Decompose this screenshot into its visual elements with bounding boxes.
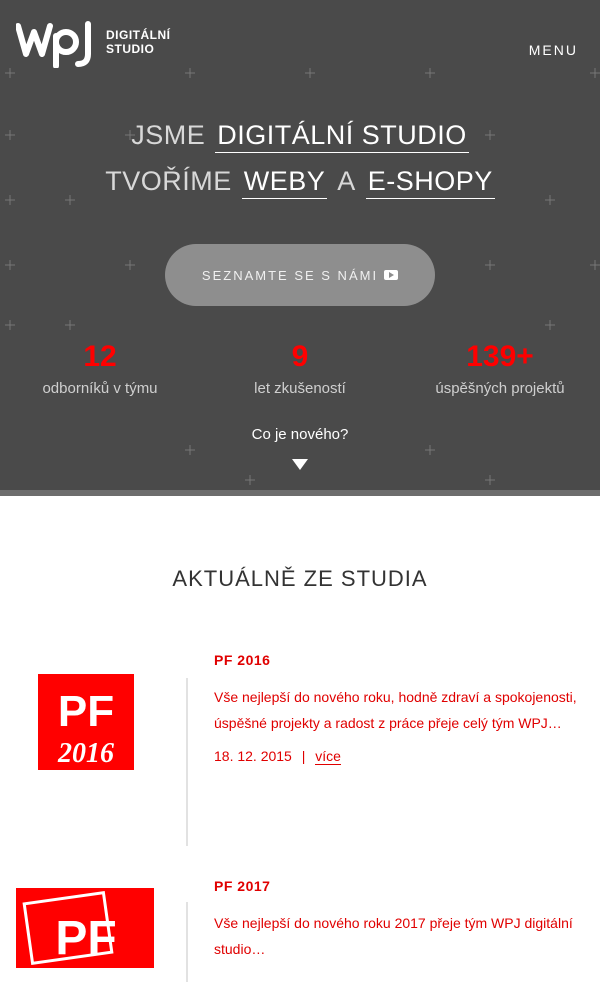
post-thumbnail[interactable]: PF 2016 (38, 674, 138, 774)
section-title: AKTUÁLNĚ ZE STUDIA (172, 566, 428, 591)
post-meta-separator: | (301, 748, 306, 764)
thumb-text: PF (58, 687, 114, 736)
post-divider (186, 678, 188, 846)
stats-row: 12 odborníků v týmu 9 let zkušeností 139… (0, 338, 600, 397)
post-text: Vše nejlepší do nového roku, hodně zdrav… (214, 689, 577, 731)
post-divider (186, 902, 188, 982)
post-title[interactable]: PF 2017 (214, 878, 584, 894)
post-thumbnail[interactable]: PF (16, 888, 156, 968)
post-item: PF 2016 PF 2016 Vše nejlepší do nového r… (0, 652, 600, 852)
thumb-year: 2016 (57, 738, 114, 769)
cta-button[interactable]: SEZNAMTE SE S NÁMI (165, 244, 435, 306)
cta-label: SEZNAMTE SE S NÁMI (201, 267, 379, 283)
stat-label: let zkušeností (254, 380, 346, 397)
logo[interactable]: DIGITÁLNÍ STUDIO (16, 16, 171, 68)
headline-prefix-2: TVOŘÍME (105, 166, 232, 196)
logo-line-1: DIGITÁLNÍ (106, 28, 171, 42)
post-more-link[interactable]: více (315, 748, 341, 765)
post-item: PF PF 2017 Vše nejlepší do nového roku 2… (0, 878, 600, 982)
news-label: Co je nového? (251, 426, 349, 443)
logo-text: DIGITÁLNÍ STUDIO (106, 28, 171, 56)
wpj-logo-icon (16, 21, 91, 68)
stat-label: úspěšných projektů (435, 380, 565, 397)
hero-bottom-border (0, 490, 600, 496)
headline-prefix-1: JSME (131, 120, 206, 150)
post-body: PF 2017 Vše nejlepší do nového roku 2017… (214, 878, 584, 962)
stat-value: 9 (291, 340, 309, 373)
news-scroll-link[interactable]: Co je nového? (0, 426, 600, 470)
headline-highlight-studio[interactable]: DIGITÁLNÍ STUDIO (215, 120, 469, 153)
post-meta: 18. 12. 2015 | více (214, 748, 584, 765)
headline-line-1: JSME DIGITÁLNÍ STUDIO (0, 112, 600, 158)
hero-section: DIGITÁLNÍ STUDIO MENU JSME DIGITÁLNÍ STUD… (0, 0, 600, 496)
headline-middle: A (337, 166, 356, 196)
stat-value: 139+ (466, 340, 534, 373)
play-icon (384, 270, 399, 280)
post-date: 18. 12. 2015 (214, 748, 292, 764)
menu-button[interactable]: MENU (529, 42, 578, 58)
stat-label: odborníků v týmu (42, 380, 158, 397)
stat-experts: 12 odborníků v týmu (0, 338, 200, 397)
headline-highlight-weby[interactable]: WEBY (241, 166, 328, 199)
arrow-down-icon (292, 459, 308, 470)
post-body: PF 2016 Vše nejlepší do nového roku, hod… (214, 652, 584, 765)
stat-projects: 139+ úspěšných projektů (400, 338, 600, 397)
hero-headline: JSME DIGITÁLNÍ STUDIO TVOŘÍME WEBY A E-SHOPY (0, 112, 600, 204)
post-text: Vše nejlepší do nového roku 2017 přeje t… (214, 915, 573, 957)
stat-value: 12 (83, 340, 117, 373)
stat-years: 9 let zkušeností (200, 338, 400, 397)
thumb-text: PF (55, 912, 116, 965)
headline-line-2: TVOŘÍME WEBY A E-SHOPY (0, 158, 600, 204)
logo-line-2: STUDIO (106, 42, 155, 56)
headline-highlight-eshopy[interactable]: E-SHOPY (365, 166, 495, 199)
post-title[interactable]: PF 2016 (214, 652, 584, 668)
